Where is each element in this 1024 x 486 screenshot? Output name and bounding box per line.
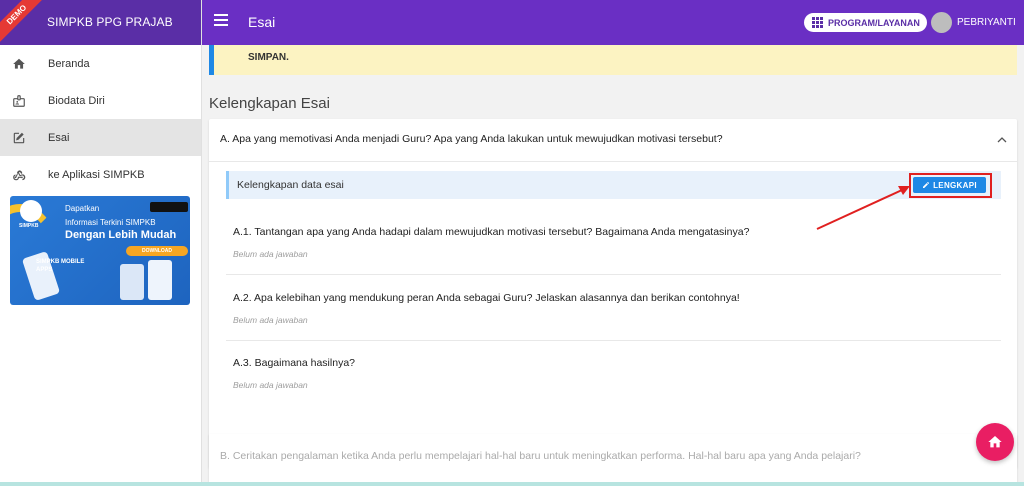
phone-illustration [120,264,144,300]
divider [226,340,1001,341]
kelengkapan-bar: Kelengkapan data esai [226,171,1001,199]
program-layanan-button[interactable]: PROGRAM/LAYANAN [804,13,927,32]
home-icon [988,436,1002,448]
sidebar-item-label: Biodata Diri [48,94,105,107]
home-icon [11,56,27,72]
sidebar-item-label: Beranda [48,57,90,70]
apps-grid-icon [812,17,823,28]
avatar [931,12,952,33]
promo-line3: Dengan Lebih Mudah [65,229,177,241]
sidebar-item-label: ke Aplikasi SIMPKB [48,168,145,181]
phone-illustration [148,260,172,300]
hamburger-menu-icon[interactable] [214,14,228,28]
info-alert: SIMPAN. [209,45,1017,75]
bottom-strip [0,482,1024,486]
answer-status-a1: Belum ada jawaban [233,249,308,259]
sidebar-item-esai[interactable]: Esai [0,119,201,156]
promo-download-button[interactable]: DOWNLOAD [126,246,188,256]
promo-logo-text: SIMPKB [19,223,39,229]
promo-line1: Dapatkan [65,204,100,213]
section-title: Kelengkapan Esai [209,95,330,112]
subquestion-a2: A.2. Apa kelebihan yang mendukung peran … [233,292,740,304]
sidebar-item-label: Esai [48,131,70,144]
subquestion-a1: A.1. Tantangan apa yang Anda hadapi dala… [233,226,750,238]
program-layanan-label: PROGRAM/LAYANAN [828,17,920,28]
topbar: Esai PROGRAM/LAYANAN PEBRIYANTI [202,0,1024,45]
google-play-badge [150,202,188,212]
question-card-b[interactable]: B. Ceritakan pengalaman ketika Anda perl… [209,434,1017,482]
pencil-icon [923,181,930,188]
id-card-icon [11,93,27,109]
sidebar-header: DEMO SIMPKB PPG PRAJAB [0,0,201,45]
simpkb-logo [20,200,42,222]
promo-apps-label: SIMPKB MOBILE APPS [36,259,85,273]
question-b-text: B. Ceritakan pengalaman ketika Anda perl… [220,450,861,462]
chevron-up-icon[interactable] [997,135,1007,145]
demo-ribbon: DEMO [0,0,50,45]
answer-status-a3: Belum ada jawaban [233,380,308,390]
question-a-text: A. Apa yang memotivasi Anda menjadi Guru… [220,133,723,145]
app-title: SIMPKB PPG PRAJAB [47,15,173,29]
lengkapi-label: LENGKAPI [933,180,977,190]
sidebar-item-biodata[interactable]: Biodata Diri [0,82,201,119]
home-fab-button[interactable] [976,423,1014,461]
kelengkapan-label: Kelengkapan data esai [237,179,344,191]
divider [226,274,1001,275]
sidebar: DEMO SIMPKB PPG PRAJAB Beranda Biodata D… [0,0,202,486]
sidebar-item-beranda[interactable]: Beranda [0,45,201,82]
user-name: PEBRIYANTI [957,17,1016,28]
subquestion-a3: A.3. Bagaimana hasilnya? [233,357,355,369]
page-title: Esai [248,14,276,30]
webhook-icon [11,167,27,183]
lengkapi-button[interactable]: LENGKAPI [913,177,986,193]
user-menu[interactable]: PEBRIYANTI [931,12,1016,33]
alert-text: SIMPAN. [248,52,289,63]
question-card-a: A. Apa yang memotivasi Anda menjadi Guru… [209,119,1017,468]
sidebar-item-aplikasi-simpkb[interactable]: ke Aplikasi SIMPKB [0,156,201,193]
answer-status-a2: Belum ada jawaban [233,315,308,325]
mobile-app-promo-banner[interactable]: SIMPKB Dapatkan Informasi Terkini SIMPKB… [10,196,190,305]
question-card-header[interactable]: A. Apa yang memotivasi Anda menjadi Guru… [209,119,1017,162]
promo-line2: Informasi Terkini SIMPKB [65,218,156,227]
edit-icon [11,130,27,146]
main-content: SIMPAN. Kelengkapan Esai A. Apa yang mem… [202,45,1024,486]
